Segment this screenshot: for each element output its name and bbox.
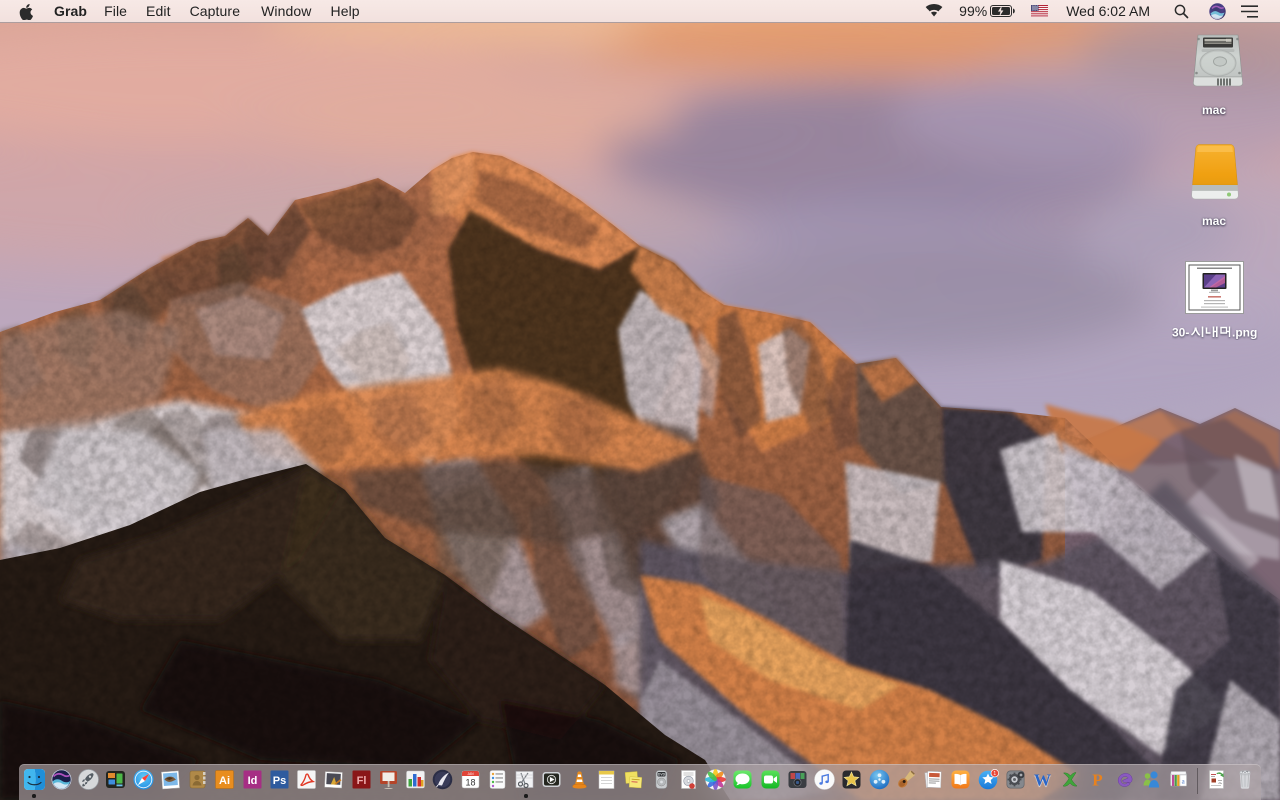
svg-text:Id: Id	[247, 775, 257, 787]
svg-text:Ai: Ai	[219, 775, 230, 787]
svg-text:JAN: JAN	[467, 772, 474, 776]
svg-text:DVD: DVD	[657, 773, 665, 777]
svg-text:30-: 30-	[1172, 326, 1189, 340]
svg-text:Fl: Fl	[356, 775, 366, 787]
svg-text:Ps: Ps	[273, 775, 286, 787]
svg-text:P: P	[1092, 771, 1102, 790]
svg-text:18: 18	[465, 778, 475, 788]
svg-text:W: W	[1034, 771, 1051, 790]
svg-text:1: 1	[993, 771, 996, 777]
svg-text:.png: .png	[1232, 326, 1257, 340]
